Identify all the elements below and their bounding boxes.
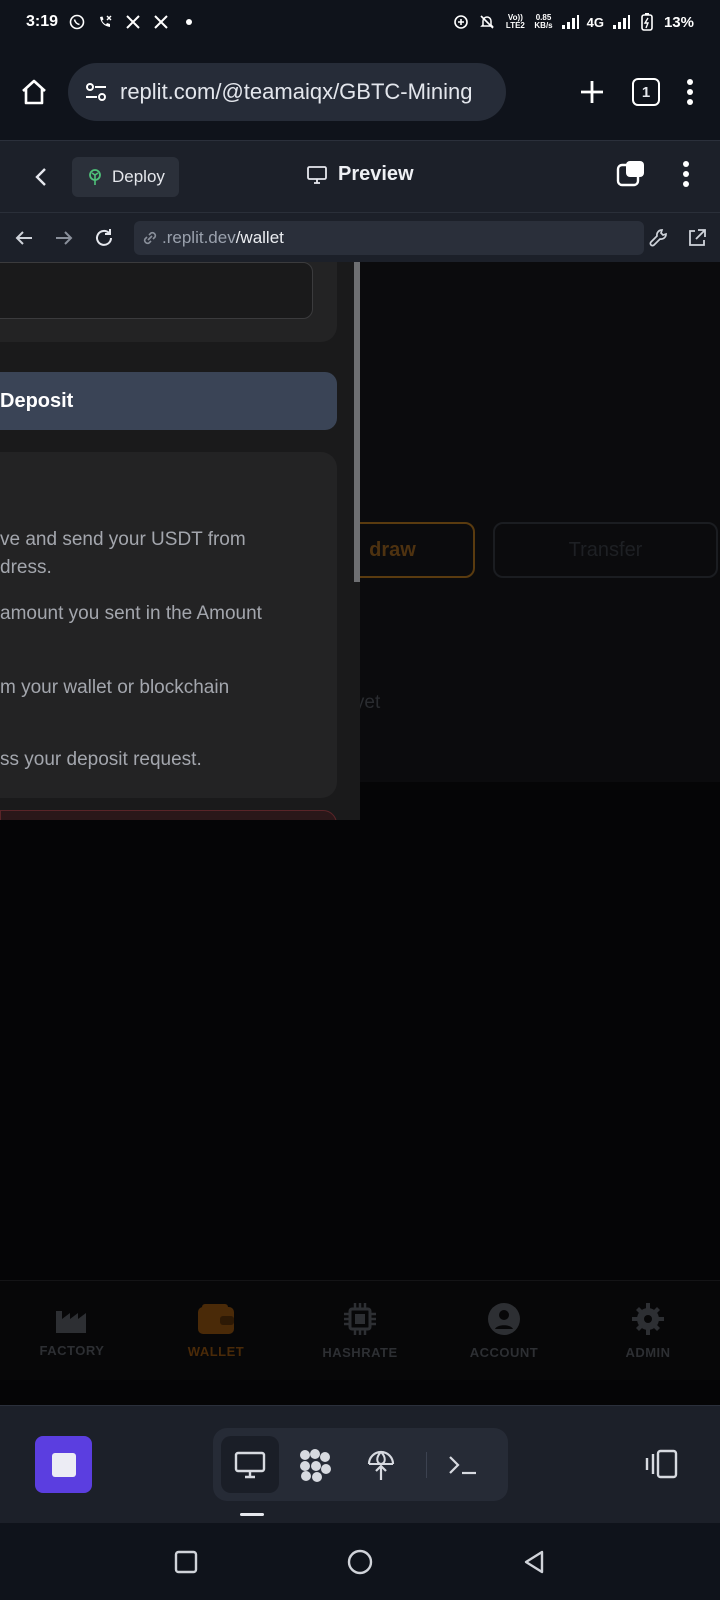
wallet-icon [198,1304,234,1334]
deploy-icon [89,168,101,185]
dot-icon [180,13,198,31]
instruction-line: dress. [0,557,52,578]
system-nav-bar [0,1523,720,1600]
mute-icon [478,13,496,31]
deploy-button[interactable]: Deploy [72,156,179,197]
data-saver-icon [452,13,470,31]
active-tool-indicator [240,1513,264,1516]
address-host: .replit.dev [162,227,236,247]
nav-item-wallet[interactable]: WALLET [144,1281,288,1380]
nav-label: HASHRATE [322,1345,398,1360]
deposit-button[interactable]: Deposit [0,372,337,430]
nav-back-icon[interactable] [12,226,36,250]
instructions-card: ve and send your USDT from dress. amount… [0,452,337,798]
nav-label: FACTORY [39,1343,105,1358]
tool-console[interactable] [435,1436,493,1493]
stop-button[interactable] [35,1436,92,1493]
whatsapp-icon [68,13,86,31]
factory-icon [56,1311,86,1333]
deploy-globe-icon [367,1450,394,1480]
tab-switcher-button[interactable]: 1 [632,78,660,106]
missed-call-icon [96,13,114,31]
instruction-line: ss your deposit request. [0,749,202,770]
more-options-icon[interactable] [682,160,690,188]
instruction-line: amount you sent in the Amount [0,603,262,624]
nav-item-factory[interactable]: FACTORY [0,1281,144,1380]
agent-icon [300,1448,332,1482]
terminal-icon [449,1455,477,1474]
deploy-label: Deploy [112,166,165,186]
home-icon [22,79,46,105]
tool-deployments[interactable] [352,1436,410,1493]
open-external-icon[interactable] [686,227,708,249]
instruction-line: m your wallet or blockchain [0,677,230,698]
preview-title: Preview [306,163,414,186]
warning-card [0,810,337,820]
url-text: replit.com/@teamaiqx/GBTC-Mining [120,79,473,104]
nav-label: WALLET [187,1344,245,1359]
instruction-line: ve and send your USDT from [0,529,246,550]
link-icon [143,231,157,244]
layout-panels-icon[interactable] [644,1448,680,1480]
replit-toolbar [0,1405,720,1523]
network-type: 4G [586,14,604,30]
chip-icon [344,1303,376,1335]
tabs-icon[interactable] [616,159,646,189]
webview-nav: .replit.dev/wallet [0,212,720,262]
back-triangle-icon[interactable] [521,1549,547,1575]
monitor-icon [234,1451,265,1478]
network-speed-unit: KB/s [534,21,553,30]
amount-input[interactable] [0,262,313,319]
back-chevron-icon[interactable] [30,165,54,189]
signal-icon [612,13,630,31]
home-circle-icon[interactable] [346,1548,374,1576]
replit-header: Deploy Preview [0,140,720,212]
stop-icon [51,1452,76,1477]
account-icon [488,1303,520,1335]
tool-switcher [213,1428,508,1501]
more-menu-icon[interactable] [686,78,694,106]
nav-item-hashrate[interactable]: HASHRATE [288,1281,432,1380]
preview-title-text: Preview [338,163,414,185]
clock: 3:19 [26,13,59,30]
nav-forward-icon[interactable] [52,226,76,250]
status-bar: 3:19 Vo)) LTE2 0.85 KB/s 4G 13% [0,0,720,44]
monitor-icon [307,165,327,184]
transfer-button[interactable]: Transfer [493,522,718,578]
x-icon [152,13,170,31]
deposit-panel: Deposit ve and send your USDT from dress… [0,262,360,820]
devtools-wrench-icon[interactable] [648,227,670,249]
address-path: /wallet [235,227,284,247]
home-button[interactable] [14,72,54,112]
tool-preview[interactable] [221,1436,279,1493]
app-bottom-nav: FACTORY WALLET HASHRATE ACCOUNT ADMIN [0,1280,720,1380]
webview-page: draw Transfer ctions yet Deposit ve and … [0,262,720,1405]
url-bar[interactable]: replit.com/@teamaiqx/GBTC-Mining [68,63,506,121]
signal-icon [561,13,579,31]
nav-label: ACCOUNT [469,1345,539,1360]
battery-level: 13% [663,13,694,31]
nav-label: ADMIN [625,1345,671,1360]
amount-card [0,262,337,342]
volte-label: Vo)) LTE2 [505,13,525,30]
tool-agent[interactable] [287,1436,345,1493]
battery-charging-icon [638,13,656,31]
gear-icon [632,1303,664,1335]
nav-item-account[interactable]: ACCOUNT [432,1281,576,1380]
site-settings-icon [86,83,106,101]
new-tab-icon[interactable] [578,78,606,106]
recents-icon[interactable] [173,1549,199,1575]
webview-address-bar[interactable]: .replit.dev/wallet [134,220,644,255]
divider [425,1451,427,1478]
reload-icon[interactable] [92,226,116,250]
nav-item-admin[interactable]: ADMIN [576,1281,720,1380]
browser-toolbar: replit.com/@teamaiqx/GBTC-Mining 1 [0,44,720,140]
scrollbar[interactable] [354,262,360,582]
x-icon [124,13,142,31]
